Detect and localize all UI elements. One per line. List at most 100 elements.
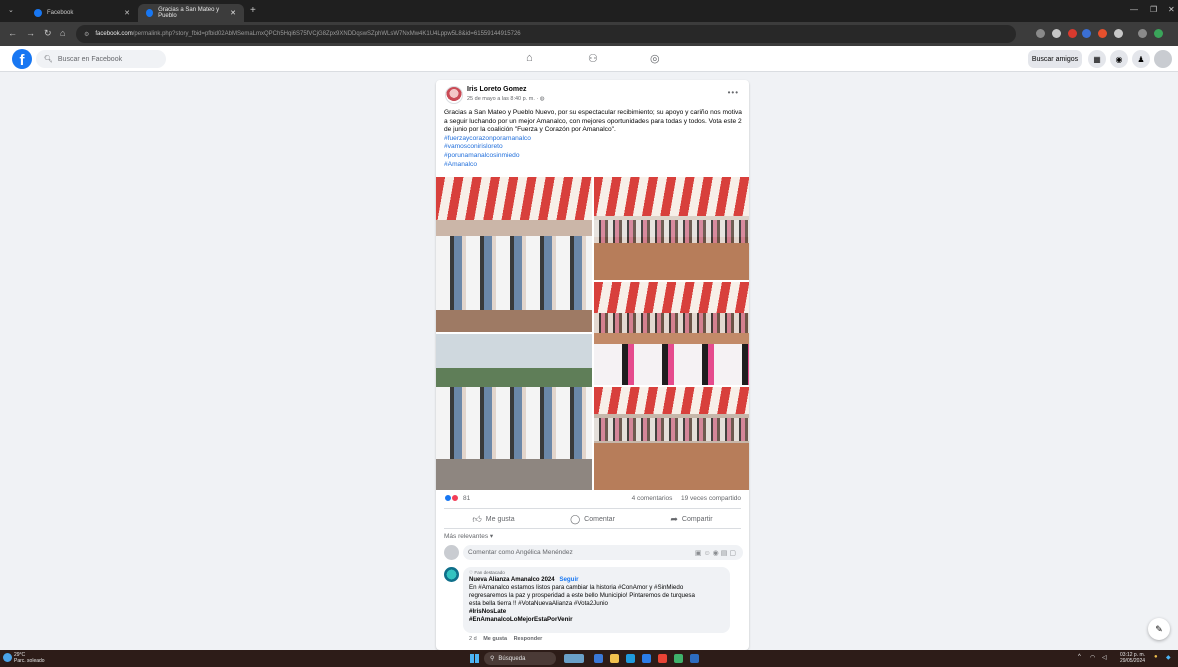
share-icon: ➦: [670, 513, 678, 524]
photo-grid: [436, 177, 749, 490]
new-message-edit-icon[interactable]: ✎: [1148, 618, 1170, 640]
close-window-icon[interactable]: ✕: [1168, 5, 1175, 14]
comment-tools-icons[interactable]: ▣☺◉▤▢: [695, 549, 738, 557]
comment-input[interactable]: Comentar como Angélica Menéndez ▣☺◉▤▢: [463, 545, 743, 560]
commenter-name[interactable]: Nueva Alianza Amanalco 2024: [469, 577, 555, 583]
comment-placeholder: Comentar como Angélica Menéndez: [468, 549, 573, 556]
commenter-avatar[interactable]: [444, 567, 459, 582]
task-view-icon[interactable]: [594, 654, 603, 663]
thumbs-up-icon: 👍︎: [472, 513, 482, 524]
hashtag-link[interactable]: #vamosconirisloreto: [444, 143, 744, 152]
copilot-icon[interactable]: ◆: [1166, 654, 1171, 661]
find-friends-button[interactable]: Buscar amigos: [1028, 50, 1082, 68]
divider: [444, 528, 741, 529]
post-timestamp[interactable]: 25 de mayo a las 8:40 p. m. · ◍: [467, 96, 545, 102]
comments-count[interactable]: 4 comentarios: [632, 495, 673, 502]
photo-meeting-tent[interactable]: [594, 177, 749, 280]
back-icon[interactable]: ←: [8, 28, 17, 38]
widget-icon[interactable]: [564, 654, 584, 663]
wifi-icon[interactable]: ◠: [1090, 654, 1095, 661]
hashtag-link[interactable]: #fuerzaycorazonporamanalco: [444, 135, 744, 144]
restore-icon[interactable]: ❐: [1150, 5, 1157, 14]
home-icon[interactable]: ⌂: [60, 28, 65, 38]
follow-link[interactable]: Seguir: [559, 576, 578, 583]
extension-icon[interactable]: [1068, 29, 1077, 38]
comment-line: En #Amanalco estamos listos para cambiar…: [469, 584, 684, 591]
comment-button[interactable]: ◯ Comentar: [543, 511, 642, 527]
tab-search-icon[interactable]: ⌄: [8, 6, 14, 14]
edge-icon[interactable]: [626, 654, 635, 663]
comment-line: regresaremos la paz y prosperidad a este…: [469, 592, 695, 599]
close-tab-icon[interactable]: ✕: [124, 9, 130, 17]
weather-condition: Parc. soleado: [14, 658, 45, 664]
post-author[interactable]: Iris Loreto Gomez: [467, 86, 527, 93]
photo-street-walk[interactable]: [436, 334, 592, 490]
reactions-count[interactable]: 81: [463, 495, 470, 502]
tab-post[interactable]: Gracias a San Mateo y Pueblo ✕: [138, 4, 244, 22]
cast-icon[interactable]: [1036, 29, 1045, 38]
share-button[interactable]: ➦ Compartir: [642, 511, 741, 527]
app-icon[interactable]: [674, 654, 683, 663]
windows-taskbar: 29°C Parc. soleado ⚲ Búsqueda ^ ◠ ◁ 03:1…: [0, 650, 1178, 667]
hashtag-link[interactable]: #Amanalco: [444, 161, 744, 170]
account-avatar[interactable]: [1154, 50, 1172, 68]
tray-chevron-icon[interactable]: ^: [1078, 654, 1081, 660]
system-clock[interactable]: 03:12 p. m. 29/05/2024: [1120, 652, 1145, 664]
site-info-icon[interactable]: ⚙: [84, 31, 89, 38]
friends-nav-icon[interactable]: ⚇: [588, 52, 598, 65]
comment-reply-link[interactable]: Responder: [514, 636, 543, 642]
media-icon[interactable]: [1138, 29, 1147, 38]
forward-icon[interactable]: →: [26, 28, 35, 38]
tab-title: Gracias a San Mateo y Pueblo: [158, 7, 220, 19]
bookmark-star-icon[interactable]: [1052, 29, 1061, 38]
minimize-icon[interactable]: —: [1130, 5, 1138, 14]
facebook-logo-icon[interactable]: f: [12, 49, 32, 69]
url-field[interactable]: ⚙ facebook.com /permalink.php?story_fbid…: [76, 25, 1016, 43]
comment-sort-dropdown[interactable]: Más relevantes ▾: [444, 532, 493, 540]
divider: [444, 508, 741, 509]
author-avatar[interactable]: [445, 86, 463, 104]
taskbar-search[interactable]: ⚲ Búsqueda: [484, 652, 556, 665]
groups-nav-icon[interactable]: ◎: [650, 52, 660, 65]
store-icon[interactable]: [642, 654, 651, 663]
new-tab-icon[interactable]: +: [250, 5, 256, 16]
messenger-icon[interactable]: ◉: [1110, 50, 1128, 68]
comment-label: Comentar: [584, 515, 615, 523]
menu-grid-icon[interactable]: ▦: [1088, 50, 1106, 68]
photo-walking-group[interactable]: [436, 177, 592, 332]
extensions-puzzle-icon[interactable]: [1114, 29, 1123, 38]
file-explorer-icon[interactable]: [610, 654, 619, 663]
love-reaction-icon[interactable]: [451, 494, 459, 502]
close-tab-icon[interactable]: ✕: [230, 9, 236, 17]
profile-icon[interactable]: [1154, 29, 1163, 38]
home-nav-icon[interactable]: ⌂: [526, 52, 533, 64]
post-card: Iris Loreto Gomez 25 de mayo a las 8:40 …: [436, 80, 749, 650]
photo-supporters-pink[interactable]: [594, 282, 749, 385]
comment-like-link[interactable]: Me gusta: [483, 636, 507, 642]
more-options-icon[interactable]: •••: [728, 88, 739, 97]
chrome-icon[interactable]: [658, 654, 667, 663]
comments-shares: 4 comentarios 19 veces compartido: [632, 495, 741, 502]
facebook-search-input[interactable]: 🔍︎ Buscar en Facebook: [36, 50, 166, 68]
photo-crowd-field[interactable]: [594, 387, 749, 490]
comment-line: #IrisNosLate: [469, 608, 507, 615]
post-body: Gracias a San Mateo y Pueblo Nuevo, por …: [444, 109, 744, 169]
hashtag-link[interactable]: #porunamanalcosinmiedo: [444, 152, 744, 161]
weather-icon[interactable]: [3, 653, 12, 662]
facebook-favicon-icon: [146, 9, 154, 17]
volume-icon[interactable]: ◁: [1102, 654, 1107, 661]
windows-start-icon[interactable]: [470, 654, 479, 663]
app-icon[interactable]: [690, 654, 699, 663]
shares-count[interactable]: 19 veces compartido: [681, 495, 741, 502]
address-bar-row: ← → ↻ ⌂ ⚙ facebook.com /permalink.php?st…: [0, 22, 1178, 46]
notification-bell-icon[interactable]: ●: [1154, 654, 1158, 660]
reload-icon[interactable]: ↻: [44, 28, 52, 39]
notifications-bell-icon[interactable]: ♟: [1132, 50, 1150, 68]
extension-icon[interactable]: [1082, 29, 1091, 38]
comment-age[interactable]: 2 d: [469, 636, 477, 642]
weather-widget[interactable]: 29°C Parc. soleado: [14, 652, 45, 664]
extension-icon[interactable]: [1098, 29, 1107, 38]
like-button[interactable]: 👍︎ Me gusta: [444, 511, 543, 527]
tab-facebook[interactable]: Facebook ✕: [26, 4, 138, 22]
user-avatar: [444, 545, 459, 560]
